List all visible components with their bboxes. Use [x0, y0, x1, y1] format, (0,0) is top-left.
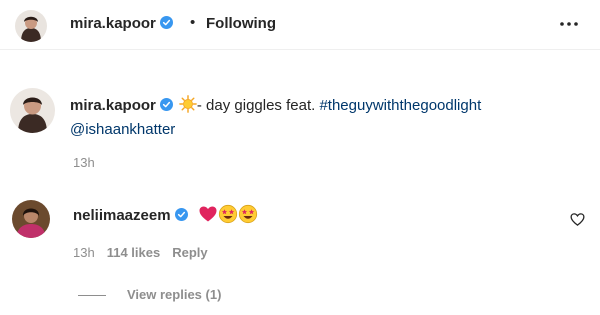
caption-body: - day giggles feat. [196, 97, 320, 114]
caption-timestamp[interactable]: 13h [73, 155, 95, 170]
caption: mira.kapoor - day giggles feat. #theguywi… [70, 94, 590, 142]
header-separator: • [190, 14, 196, 31]
verified-badge-icon [159, 98, 173, 111]
star-struck-emoji-icon [238, 204, 257, 224]
sun-emoji-icon [179, 95, 197, 113]
comment: neliimaazeem [73, 204, 258, 224]
comment-likes-count[interactable]: 114 likes [107, 245, 161, 260]
verified-badge-icon [159, 16, 173, 29]
caption-mention[interactable]: @ishaankhatter [70, 121, 175, 138]
following-button[interactable]: Following [206, 15, 276, 32]
more-horizontal-icon[interactable] [558, 18, 580, 30]
caption-username[interactable]: mira.kapoor [70, 97, 156, 114]
comment-timestamp[interactable]: 13h [73, 245, 95, 260]
author-avatar[interactable] [15, 10, 47, 42]
view-replies-button[interactable]: View replies (1) [127, 287, 221, 302]
replies-divider [78, 295, 106, 296]
red-heart-emoji-icon [199, 206, 217, 222]
caption-hashtag[interactable]: #theguywiththegoodlight [319, 97, 481, 114]
like-comment-heart-icon[interactable] [570, 212, 585, 227]
star-struck-emoji-icon [218, 204, 237, 224]
commenter-username[interactable]: neliimaazeem [73, 207, 171, 224]
commenter-avatar[interactable] [12, 200, 50, 238]
author-username[interactable]: mira.kapoor [70, 15, 173, 32]
verified-badge-icon [174, 208, 188, 221]
reply-button[interactable]: Reply [172, 245, 207, 260]
caption-author-avatar[interactable] [10, 88, 55, 133]
comment-meta: 13h 114 likes Reply [73, 245, 220, 260]
post-header: mira.kapoor • Following [0, 0, 600, 50]
